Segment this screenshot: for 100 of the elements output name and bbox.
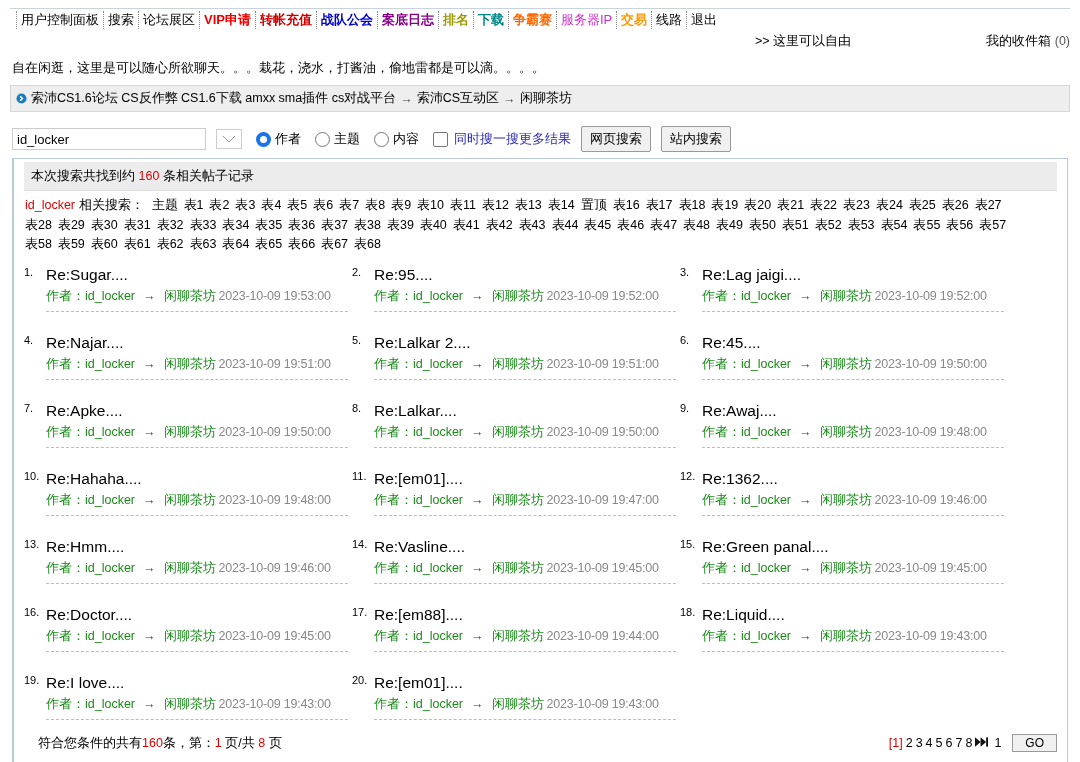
author-link[interactable]: id_locker	[85, 624, 136, 647]
result-title[interactable]: Re:Lalkar....	[374, 400, 676, 421]
tag-link[interactable]: 表18	[678, 196, 706, 216]
tag-link[interactable]: 表36	[288, 215, 316, 235]
tag-link[interactable]: 表45	[584, 215, 612, 235]
forum-link[interactable]: 闲聊茶坊	[819, 352, 872, 375]
breadcrumb-link[interactable]: 索沛CS1.6论坛 CS反作弊 CS1.6下载 amxx sma插件 cs对战平台	[31, 90, 397, 107]
tag-link[interactable]: 表29	[57, 215, 85, 235]
search-button[interactable]: 站内搜索	[661, 126, 731, 152]
page-link[interactable]: 2	[905, 735, 913, 750]
forum-link[interactable]: 闲聊茶坊	[491, 420, 544, 443]
nav-link[interactable]: 战队公会	[315, 11, 377, 29]
author-link[interactable]: id_locker	[413, 420, 464, 443]
author-link[interactable]: id_locker	[741, 284, 792, 307]
author-link[interactable]: id_locker	[85, 692, 136, 715]
author-link[interactable]: id_locker	[741, 420, 792, 443]
page-link[interactable]: 5	[935, 735, 943, 750]
tag-link[interactable]: 表30	[90, 215, 118, 235]
page-input[interactable]: 1	[994, 735, 1002, 750]
result-title[interactable]: Re:[em01]....	[374, 672, 676, 693]
forum-link[interactable]: 闲聊茶坊	[163, 420, 216, 443]
page-link[interactable]: 4	[925, 735, 933, 750]
checkbox[interactable]	[433, 131, 448, 147]
tag-link[interactable]: 表44	[551, 215, 579, 235]
tag-link[interactable]: 表54	[880, 215, 908, 235]
tag-link[interactable]: 表20	[744, 196, 772, 216]
tag-link[interactable]: 表7	[339, 196, 360, 216]
author-link[interactable]: id_locker	[413, 692, 464, 715]
tag-link[interactable]: 表31	[123, 215, 151, 235]
tag-link[interactable]: 表10	[417, 196, 444, 216]
result-title[interactable]: Re:[em01]....	[374, 468, 676, 489]
last-page-icon[interactable]	[975, 735, 989, 750]
page-link[interactable]: [1]	[888, 735, 903, 750]
tag-link[interactable]: 表55	[913, 215, 941, 235]
tag-link[interactable]: 表37	[321, 215, 349, 235]
tag-link[interactable]: 表8	[365, 196, 386, 216]
forum-link[interactable]: 闲聊茶坊	[491, 624, 544, 647]
tag-link[interactable]: 表28	[25, 215, 52, 235]
result-title[interactable]: Re:Hahaha....	[46, 468, 348, 489]
page-link[interactable]: 6	[945, 735, 953, 750]
tag-link[interactable]: 表21	[777, 196, 805, 216]
page-link[interactable]: 3	[915, 735, 923, 750]
forum-link[interactable]: 闲聊茶坊	[819, 624, 872, 647]
page-link[interactable]: 7	[955, 735, 963, 750]
inbox-link[interactable]: 我的收件箱 (0)	[986, 32, 1070, 50]
tag-link[interactable]: 表50	[748, 215, 776, 235]
tag-link[interactable]: 表52	[814, 215, 842, 235]
forum-link[interactable]: 闲聊茶坊	[163, 624, 216, 647]
tag-link[interactable]: 表46	[617, 215, 645, 235]
nav-link[interactable]: 线路	[651, 11, 687, 29]
tag-link[interactable]: 表64	[222, 235, 250, 255]
forum-link[interactable]: 闲聊茶坊	[491, 488, 544, 511]
result-title[interactable]: Re:Apke....	[46, 400, 348, 421]
tag-link[interactable]: 表59	[57, 235, 85, 255]
forum-link[interactable]: 闲聊茶坊	[819, 420, 872, 443]
result-title[interactable]: Re:Doctor....	[46, 604, 348, 625]
tag-link[interactable]: 主题	[151, 196, 178, 216]
tag-link[interactable]: 表40	[419, 215, 447, 235]
tag-link[interactable]: 表47	[650, 215, 678, 235]
forum-link[interactable]: 闲聊茶坊	[163, 284, 216, 307]
tag-link[interactable]: 表4	[261, 196, 282, 216]
breadcrumb-link[interactable]: 闲聊茶坊	[519, 90, 572, 107]
search-field[interactable]: id_locker	[12, 128, 206, 150]
result-title[interactable]: Re:Liquid....	[702, 604, 1004, 625]
tag-link[interactable]: 表17	[645, 196, 673, 216]
tag-link[interactable]: 表56	[946, 215, 974, 235]
result-title[interactable]: Re:Sugar....	[46, 264, 348, 285]
tag-link[interactable]: 表60	[90, 235, 118, 255]
tag-link[interactable]: 表62	[156, 235, 184, 255]
tag-link[interactable]: 表38	[354, 215, 381, 235]
author-link[interactable]: id_locker	[85, 420, 136, 443]
result-title[interactable]: Re:[em88]....	[374, 604, 676, 625]
tag-link[interactable]: 表11	[450, 196, 476, 216]
author-link[interactable]: id_locker	[413, 284, 464, 307]
tag-link[interactable]: 表22	[810, 196, 838, 216]
result-title[interactable]: Re:Hmm....	[46, 536, 348, 557]
forum-link[interactable]: 闲聊茶坊	[163, 352, 216, 375]
forum-link[interactable]: 闲聊茶坊	[163, 488, 216, 511]
result-title[interactable]: Re:95....	[374, 264, 676, 285]
nav-link[interactable]: 论坛展区	[138, 11, 199, 29]
tag-link[interactable]: 表34	[222, 215, 250, 235]
result-title[interactable]: Re:Lag jaigi....	[702, 264, 1004, 285]
author-link[interactable]: id_locker	[741, 624, 792, 647]
breadcrumb-link[interactable]: 索沛CS互动区	[416, 90, 500, 107]
tag-link[interactable]: 表42	[485, 215, 513, 235]
result-title[interactable]: Re:I love....	[46, 672, 348, 693]
tag-link[interactable]: 表14	[547, 196, 575, 216]
nav-link[interactable]: 案底日志	[376, 11, 438, 29]
forum-link[interactable]: 闲聊茶坊	[163, 692, 216, 715]
tag-link[interactable]: 表23	[843, 196, 870, 216]
tag-link[interactable]: 表58	[25, 235, 52, 255]
tag-link[interactable]: 表66	[288, 235, 316, 255]
nav-link[interactable]: 用户控制面板	[16, 11, 103, 29]
tag-link[interactable]: 表6	[313, 196, 334, 216]
tag-link[interactable]: 表24	[875, 196, 903, 216]
tag-link[interactable]: 表51	[781, 215, 809, 235]
author-link[interactable]: id_locker	[413, 556, 464, 579]
tag-link[interactable]: 表13	[514, 196, 542, 216]
nav-link[interactable]: 退出	[686, 11, 722, 29]
tag-link[interactable]: 表27	[974, 196, 1002, 216]
